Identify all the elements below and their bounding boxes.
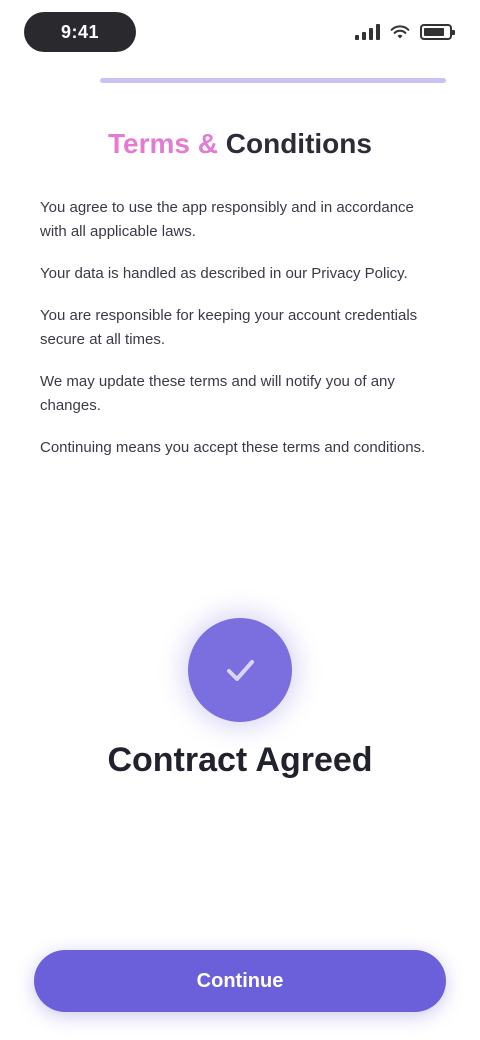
progress-fill xyxy=(100,78,446,83)
battery-icon xyxy=(420,24,455,40)
signal-icon xyxy=(355,24,380,40)
progress-bar xyxy=(100,78,446,83)
page-title: Terms & Conditions xyxy=(40,126,440,162)
terms-item: You agree to use the app responsibly and… xyxy=(40,199,414,240)
title-rest: Conditions xyxy=(217,128,372,159)
terms-item: Continuing means you accept these terms … xyxy=(40,439,426,456)
status-bar: 9:41 xyxy=(0,0,480,66)
title-accent: Terms & xyxy=(108,128,218,159)
terms-item: You are responsible for keeping your acc… xyxy=(40,307,418,348)
status-time: 9:41 xyxy=(60,21,100,42)
terms-list: You agree to use the app responsibly and… xyxy=(40,196,444,478)
wifi-icon xyxy=(390,25,410,39)
terms-screen: 9:41 Terms & Conditions You agree to use… xyxy=(0,0,480,1040)
terms-item: We may update these terms and will notif… xyxy=(40,373,395,414)
status-time-pill: 9:41 xyxy=(24,12,136,52)
agreement-badge xyxy=(188,618,292,722)
terms-item: Your data is handled as described in our… xyxy=(40,265,408,282)
status-icons xyxy=(355,18,455,46)
agreement-label: Contract Agreed xyxy=(107,741,373,779)
continue-button[interactable]: Continue xyxy=(34,950,446,1012)
check-icon xyxy=(227,660,254,681)
